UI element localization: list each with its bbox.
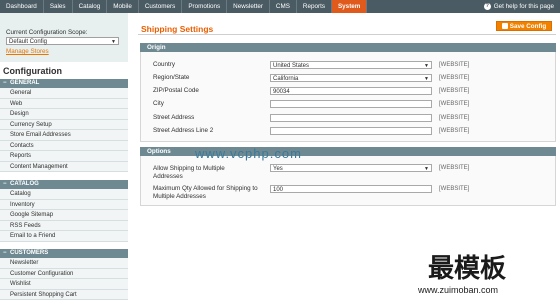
- street-address-label: Street Address: [153, 114, 195, 121]
- street-address-input[interactable]: [270, 114, 432, 122]
- group-customers-header[interactable]: − CUSTOMERS: [0, 249, 128, 258]
- sidebar-item-inventory[interactable]: Inventory: [0, 199, 128, 210]
- sidebar-item-currency-setup[interactable]: Currency Setup: [0, 119, 128, 130]
- multiple-addresses-value: Yes: [273, 166, 283, 172]
- sidebar-item-general[interactable]: General: [0, 88, 128, 99]
- sidebar-item-web[interactable]: Web: [0, 98, 128, 109]
- section-title: Options: [147, 148, 171, 155]
- street-address-2-input[interactable]: [270, 127, 432, 135]
- sidebar-item-reports[interactable]: Reports: [0, 151, 128, 162]
- section-title: Origin: [147, 44, 166, 51]
- save-config-button[interactable]: Save Config: [496, 21, 552, 31]
- sidebar-item-contacts[interactable]: Contacts: [0, 140, 128, 151]
- multiple-addresses-scope: [WEBSITE]: [439, 165, 470, 171]
- country-scope: [WEBSITE]: [439, 62, 470, 68]
- sidebar-item-design[interactable]: Design: [0, 109, 128, 120]
- city-input[interactable]: [270, 100, 432, 108]
- nav-tab-sales[interactable]: Sales: [44, 0, 73, 13]
- sidebar-item-catalog[interactable]: Catalog: [0, 189, 128, 200]
- nav-tab-mobile[interactable]: Mobile: [107, 0, 139, 13]
- group-catalog-header[interactable]: − CATALOG: [0, 180, 128, 189]
- region-scope: [WEBSITE]: [439, 75, 470, 81]
- sidebar-item-customer-configuration[interactable]: Customer Configuration: [0, 268, 128, 279]
- scope-select-value: Default Config: [9, 39, 48, 45]
- nav-tab-catalog[interactable]: Catalog: [73, 0, 108, 13]
- zip-label: ZIP/Postal Code: [153, 87, 199, 94]
- collapse-icon: −: [3, 181, 7, 187]
- nav-tab-customers[interactable]: Customers: [139, 0, 183, 13]
- watermark-url: www.zuimoban.com: [418, 285, 499, 295]
- sidebar-item-store-email-addresses[interactable]: Store Email Addresses: [0, 130, 128, 141]
- nav-tab-dashboard[interactable]: Dashboard: [0, 0, 44, 13]
- manage-stores-link[interactable]: Manage Stores: [6, 48, 49, 55]
- watermark-brand: 最模板: [428, 254, 507, 284]
- nav-tab-newsletter[interactable]: Newsletter: [227, 0, 270, 13]
- group-title: CUSTOMERS: [10, 250, 49, 256]
- section-origin-header[interactable]: Origin: [140, 43, 556, 52]
- region-value: California: [273, 76, 299, 82]
- page-title: Shipping Settings: [141, 24, 214, 34]
- scope-select[interactable]: Default Config ▼: [6, 37, 119, 45]
- sidebar-item-email-to-a-friend[interactable]: Email to a Friend: [0, 231, 128, 242]
- nav-tab-reports[interactable]: Reports: [297, 0, 332, 13]
- save-config-label: Save Config: [509, 23, 547, 30]
- chevron-down-icon: ▼: [424, 63, 429, 69]
- sidebar-item-rss-feeds[interactable]: RSS Feeds: [0, 220, 128, 231]
- group-general-header[interactable]: − GENERAL: [0, 79, 128, 88]
- collapse-icon: −: [3, 80, 7, 86]
- top-navigation: Dashboard Sales Catalog Mobile Customers…: [0, 0, 560, 13]
- city-scope: [WEBSITE]: [439, 101, 470, 107]
- scope-panel: Current Configuration Scope: Default Con…: [0, 13, 128, 62]
- collapse-icon: −: [3, 250, 7, 256]
- max-qty-input[interactable]: 100: [270, 185, 432, 193]
- chevron-down-icon: ▼: [111, 39, 116, 45]
- country-label: Country: [153, 61, 176, 68]
- sidebar-item-wishlist[interactable]: Wishlist: [0, 279, 128, 290]
- zip-input[interactable]: 90034: [270, 87, 432, 95]
- region-select[interactable]: California ▼: [270, 74, 432, 82]
- city-label: City: [153, 100, 164, 107]
- region-label: Region/State: [153, 74, 190, 81]
- help-link[interactable]: ? Get help for this page: [483, 0, 560, 13]
- sidebar-item-google-sitemap[interactable]: Google Sitemap: [0, 210, 128, 221]
- street-address-2-scope: [WEBSITE]: [439, 128, 470, 134]
- chevron-down-icon: ▼: [424, 76, 429, 82]
- group-title: CATALOG: [10, 181, 39, 187]
- nav-tab-system[interactable]: System: [331, 0, 368, 13]
- watermark-text: www.vcphp.com: [195, 146, 302, 161]
- chevron-down-icon: ▼: [424, 166, 429, 172]
- multiple-addresses-select[interactable]: Yes ▼: [270, 164, 432, 172]
- country-select[interactable]: United States ▼: [270, 61, 432, 69]
- sidebar-item-persistent-shopping-cart[interactable]: Persistent Shopping Cart: [0, 289, 128, 300]
- street-address-2-label: Street Address Line 2: [153, 127, 214, 134]
- max-qty-scope: [WEBSITE]: [439, 186, 470, 192]
- scope-label: Current Configuration Scope:: [6, 29, 88, 36]
- nav-tab-promotions[interactable]: Promotions: [182, 0, 228, 13]
- sidebar-item-content-management[interactable]: Content Management: [0, 161, 128, 172]
- sidebar: Current Configuration Scope: Default Con…: [0, 13, 128, 300]
- street-address-scope: [WEBSITE]: [439, 115, 470, 121]
- nav-tab-cms[interactable]: CMS: [270, 0, 297, 13]
- save-icon: [501, 23, 508, 29]
- title-divider: [138, 34, 556, 35]
- help-icon: ?: [483, 3, 491, 10]
- multiple-addresses-label: Allow Shipping to Multiple Addresses: [153, 165, 225, 180]
- group-title: GENERAL: [10, 80, 40, 86]
- configuration-title: Configuration: [3, 66, 62, 76]
- max-qty-label: Maximum Qty Allowed for Shipping to Mult…: [153, 185, 258, 200]
- help-label: Get help for this page: [493, 3, 554, 10]
- country-value: United States: [273, 63, 310, 69]
- zip-scope: [WEBSITE]: [439, 88, 470, 94]
- sidebar-item-newsletter[interactable]: Newsletter: [0, 258, 128, 269]
